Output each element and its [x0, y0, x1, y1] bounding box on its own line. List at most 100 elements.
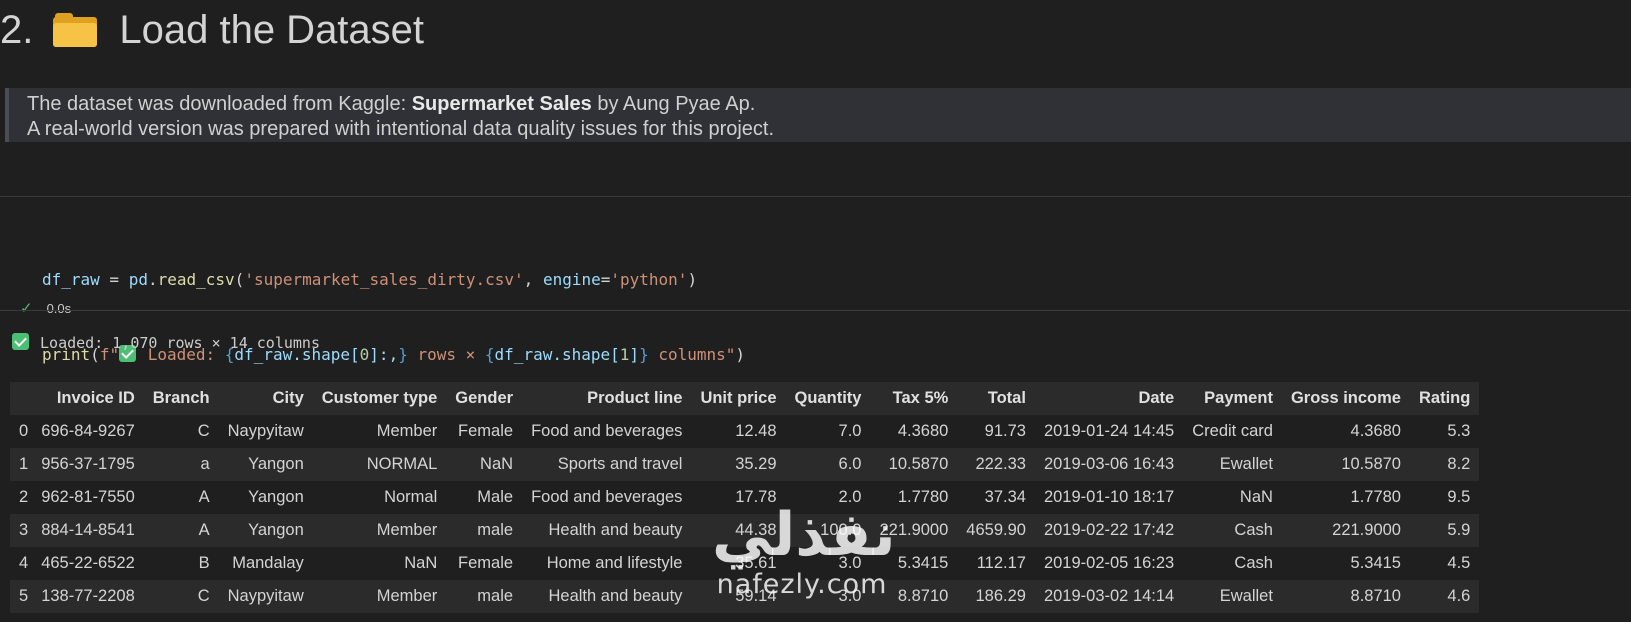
table-cell: Health and beauty — [548, 521, 683, 539]
success-check-icon: ✓ — [20, 300, 33, 317]
table-cell: A — [198, 488, 210, 506]
table-cell: 2019-03-02 14:14 — [1043, 587, 1175, 605]
code-line-1: df_raw = pd.read_csv('supermarket_sales_… — [42, 270, 698, 289]
row-index: 1 — [19, 455, 29, 473]
table-cell: 2019-03-06 16:43 — [1043, 455, 1175, 473]
table-cell: 186.29 — [975, 587, 1026, 605]
table-row: 1 956-37-1795 a Yangon NORMAL NaN Sports and t… — [10, 448, 1480, 481]
table-cell: 222.33 — [975, 455, 1026, 473]
table-cell: 4.3680 — [897, 422, 949, 440]
table-cell: NaN — [404, 554, 438, 572]
table-cell: 221.9000 — [879, 521, 949, 539]
table-cell: 956-37-1795 — [41, 455, 135, 473]
execution-status: ✓ 0.0s — [20, 299, 71, 317]
table-cell: 1.7780 — [897, 488, 949, 506]
heading-title: Load the Dataset — [119, 7, 425, 52]
table-cell: a — [200, 455, 210, 473]
table-cell: Naypyitaw — [227, 587, 304, 605]
column-header: Payment — [1204, 389, 1273, 407]
table-cell: NORMAL — [366, 455, 438, 473]
table-cell: Health and beauty — [548, 587, 683, 605]
table-cell: 4.6 — [1447, 587, 1471, 605]
table-cell: 221.9000 — [1332, 521, 1401, 539]
table-cell: 465-22-6522 — [41, 554, 135, 572]
table-cell: 962-81-7550 — [41, 488, 135, 506]
column-header: Invoice ID — [56, 389, 135, 407]
table-cell: 112.17 — [976, 554, 1026, 572]
check-emoji-icon — [12, 333, 29, 350]
table-cell: 100.0 — [820, 521, 862, 539]
row-index: 5 — [19, 587, 29, 605]
table-cell: 44.38 — [735, 521, 777, 539]
table-cell: 9.5 — [1447, 488, 1471, 506]
table-cell: 4659.90 — [966, 521, 1026, 539]
table-header-row: Invoice ID Branch City Customer type Gender P… — [10, 382, 1480, 415]
quote-prefix: The dataset was downloaded from Kaggle: — [27, 93, 412, 115]
table-cell: Mandalay — [232, 554, 304, 572]
table-cell: 2019-01-24 14:45 — [1043, 422, 1175, 440]
table-row: 3 884-14-8541 A Yangon Member male Health and … — [10, 514, 1480, 547]
column-header: Unit price — [700, 389, 777, 407]
table-cell: 5.3415 — [897, 554, 949, 572]
table-cell: C — [197, 587, 210, 605]
table-cell: 696-84-9267 — [41, 422, 135, 440]
table-row: 5 138-77-2208 C Naypyitaw Member male Health a… — [10, 580, 1480, 613]
index-header — [10, 382, 32, 415]
table-cell: Member — [376, 422, 438, 440]
table-cell: 3.0 — [838, 587, 862, 605]
table-cell: Cash — [1234, 521, 1273, 539]
table-cell: 2019-02-22 17:42 — [1043, 521, 1175, 539]
table-cell: Home and lifestyle — [546, 554, 683, 572]
table-cell: Member — [376, 521, 438, 539]
table-cell: Member — [376, 587, 438, 605]
table-cell: Male — [477, 488, 514, 506]
output-text: Loaded: 1,070 rows × 14 columns — [12, 333, 320, 352]
table-cell: Ewallet — [1219, 587, 1273, 605]
table-cell: Cash — [1234, 554, 1273, 572]
table-row: 4 465-22-6522 B Mandalay NaN Female Home and l… — [10, 547, 1480, 580]
column-header: Tax 5% — [892, 389, 949, 407]
table-cell: NaN — [1239, 488, 1273, 506]
column-header: Product line — [587, 389, 683, 407]
table-cell: 6.0 — [838, 455, 862, 473]
table-cell: 2019-01-10 18:17 — [1043, 488, 1175, 506]
row-index: 2 — [19, 488, 29, 506]
table-cell: 2.0 — [838, 488, 862, 506]
table-cell: Food and beverages — [531, 488, 683, 506]
table-cell: 4.3680 — [1350, 422, 1401, 440]
table-cell: NaN — [480, 455, 514, 473]
quote-suffix: by Aung Pyae Ap. — [591, 93, 756, 115]
table-row: 2 962-81-7550 A Yangon Normal Male Food and be… — [10, 481, 1480, 514]
row-index: 0 — [19, 422, 29, 440]
table-cell: B — [198, 554, 210, 572]
table-cell: 59.14 — [735, 587, 777, 605]
table-cell: 10.5870 — [888, 455, 949, 473]
column-header: Total — [987, 389, 1026, 407]
table-cell: Naypyitaw — [227, 422, 304, 440]
table-cell: 37.34 — [984, 488, 1026, 506]
table-cell: 10.5870 — [1341, 455, 1401, 473]
quote-dataset-name: Supermarket Sales — [411, 93, 592, 115]
column-header: Quantity — [794, 389, 862, 407]
table-cell: Yangon — [248, 488, 304, 506]
table-cell: 2019-02-05 16:23 — [1043, 554, 1175, 572]
column-header: Branch — [152, 389, 210, 407]
table-cell: Credit card — [1192, 422, 1273, 440]
table-cell: 3.0 — [838, 554, 862, 572]
quote-line-2: A real-world version was prepared with i… — [27, 118, 775, 140]
table-cell: 138-77-2208 — [41, 587, 135, 605]
column-header: Rating — [1418, 389, 1471, 407]
table-cell: 8.8710 — [1350, 587, 1401, 605]
dataset-note-blockquote: The dataset was downloaded from Kaggle: … — [5, 88, 1631, 142]
table-cell: 1.7780 — [1350, 488, 1401, 506]
folder-icon — [53, 13, 98, 47]
table-cell: 5.9 — [1447, 521, 1471, 539]
output-divider — [0, 310, 1631, 311]
table-cell: 17.78 — [735, 488, 777, 506]
table-cell: 884-14-8541 — [41, 521, 135, 539]
column-header: Date — [1138, 389, 1175, 407]
table-cell: Ewallet — [1219, 455, 1273, 473]
table-cell: 91.73 — [984, 422, 1026, 440]
table-cell: Normal — [384, 488, 438, 506]
column-header: Customer type — [321, 389, 438, 407]
